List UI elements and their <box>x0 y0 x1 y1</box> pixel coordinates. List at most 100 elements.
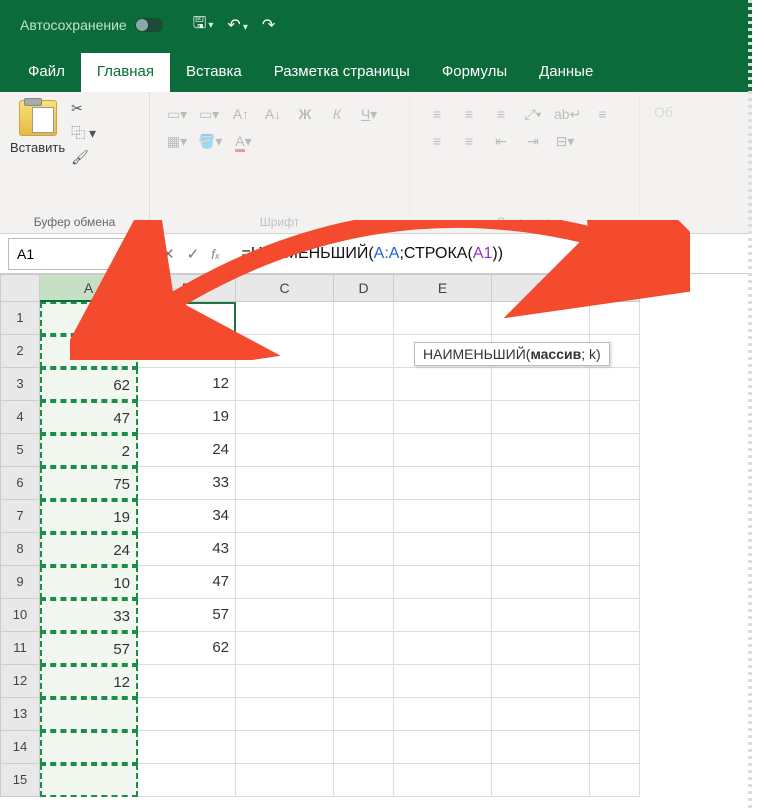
autosave-toggle[interactable]: Автосохранение <box>20 17 163 33</box>
row-header[interactable]: 8 <box>0 533 40 566</box>
align-top-icon[interactable]: ≡ <box>426 106 448 123</box>
row-header[interactable]: 6 <box>0 467 40 500</box>
cell[interactable] <box>236 500 334 533</box>
row-header[interactable]: 15 <box>0 764 40 797</box>
orientation-icon[interactable]: ⤢▾ <box>522 106 544 123</box>
align-center-icon[interactable]: ≡ <box>426 133 448 150</box>
redo-icon[interactable]: ↷ <box>262 15 275 35</box>
cell[interactable] <box>394 731 492 764</box>
cell[interactable] <box>334 302 394 335</box>
cell[interactable]: 47 <box>40 401 138 434</box>
col-header-D[interactable]: D <box>334 274 394 302</box>
cell[interactable] <box>236 401 334 434</box>
font-color-icon[interactable]: A▾ <box>232 133 254 150</box>
col-header-A[interactable]: A <box>40 274 138 302</box>
cell[interactable] <box>236 368 334 401</box>
cell[interactable] <box>590 731 640 764</box>
cell[interactable] <box>138 731 236 764</box>
cell[interactable]: 34 <box>138 500 236 533</box>
row-header[interactable]: 2 <box>0 335 40 368</box>
cell[interactable] <box>236 467 334 500</box>
cut-icon[interactable]: ✂ <box>71 100 96 117</box>
cell[interactable] <box>236 434 334 467</box>
cell[interactable] <box>394 434 492 467</box>
function-tooltip[interactable]: НАИМЕНЬШИЙ(массив; k) <box>414 342 610 366</box>
cell[interactable] <box>492 566 590 599</box>
col-header-B[interactable]: B <box>138 274 236 302</box>
row-header[interactable]: 7 <box>0 500 40 533</box>
cell[interactable]: 12 <box>40 665 138 698</box>
cell[interactable] <box>334 335 394 368</box>
cell[interactable]: 2 <box>40 434 138 467</box>
cell[interactable] <box>236 665 334 698</box>
cell[interactable] <box>492 665 590 698</box>
cell[interactable] <box>40 764 138 797</box>
cell[interactable] <box>334 401 394 434</box>
tab-page-layout[interactable]: Разметка страницы <box>258 53 426 92</box>
cell[interactable] <box>394 632 492 665</box>
cell[interactable]: 24 <box>40 533 138 566</box>
cell[interactable] <box>138 764 236 797</box>
cell[interactable] <box>492 500 590 533</box>
cell[interactable] <box>236 698 334 731</box>
cell[interactable] <box>394 698 492 731</box>
cell[interactable] <box>590 566 640 599</box>
cell[interactable] <box>334 533 394 566</box>
copy-icon[interactable]: ⿻ ▾ <box>71 123 96 143</box>
chevron-down-icon[interactable]: ▼ <box>127 248 137 259</box>
cell[interactable] <box>394 368 492 401</box>
bold-button[interactable]: Ж <box>294 106 316 123</box>
toggle-switch-icon[interactable] <box>135 18 163 32</box>
cell[interactable] <box>236 599 334 632</box>
cell[interactable]: A:A; <box>138 302 236 335</box>
cell[interactable] <box>492 302 590 335</box>
cell[interactable] <box>492 533 590 566</box>
cell[interactable] <box>236 632 334 665</box>
col-header-F[interactable]: F <box>492 274 590 302</box>
cell[interactable] <box>334 434 394 467</box>
cell[interactable]: 19 <box>40 500 138 533</box>
cell[interactable]: 12 <box>138 368 236 401</box>
cell[interactable] <box>492 731 590 764</box>
font-name-dropdown[interactable]: ▭▾ <box>166 106 188 123</box>
row-header[interactable]: 11 <box>0 632 40 665</box>
cell[interactable]: 10 <box>40 566 138 599</box>
cancel-icon[interactable]: ✕ <box>162 245 175 263</box>
cell[interactable] <box>492 467 590 500</box>
cell[interactable] <box>394 599 492 632</box>
cell[interactable] <box>394 302 492 335</box>
cell[interactable] <box>334 764 394 797</box>
col-header-C[interactable]: C <box>236 274 334 302</box>
cell[interactable]: 75 <box>40 467 138 500</box>
cell[interactable] <box>236 764 334 797</box>
tab-home[interactable]: Главная <box>81 53 170 92</box>
cell[interactable] <box>394 764 492 797</box>
row-header[interactable]: 14 <box>0 731 40 764</box>
row-header[interactable]: 13 <box>0 698 40 731</box>
cell[interactable] <box>138 665 236 698</box>
cell[interactable] <box>236 335 334 368</box>
wrap-text-icon[interactable]: ab↵ <box>554 106 581 123</box>
row-header[interactable]: 4 <box>0 401 40 434</box>
increase-font-icon[interactable]: A↑ <box>230 106 252 123</box>
tab-formulas[interactable]: Формулы <box>426 53 523 92</box>
tab-insert[interactable]: Вставка <box>170 53 258 92</box>
align-left-icon[interactable]: ≡ <box>591 106 613 123</box>
cell[interactable]: 43 <box>40 302 138 335</box>
cell[interactable] <box>236 731 334 764</box>
enter-icon[interactable]: ✓ <box>187 245 200 263</box>
paste-button[interactable]: Вставить <box>10 100 65 166</box>
cell[interactable]: 34 <box>40 335 138 368</box>
fill-color-icon[interactable]: 🪣▾ <box>198 133 222 150</box>
cell[interactable] <box>334 665 394 698</box>
cell[interactable] <box>236 302 334 335</box>
cell[interactable]: 62 <box>138 632 236 665</box>
spreadsheet-grid[interactable]: A B C D E F G 143A:A;2341036212447195224… <box>0 274 766 797</box>
underline-button[interactable]: Ч▾ <box>358 106 380 123</box>
format-painter-icon[interactable]: 🖌 <box>71 149 96 166</box>
row-header[interactable]: 10 <box>0 599 40 632</box>
italic-button[interactable]: К <box>326 106 348 123</box>
increase-indent-icon[interactable]: ⇥ <box>522 133 544 150</box>
cell[interactable]: 47 <box>138 566 236 599</box>
cell[interactable] <box>394 533 492 566</box>
